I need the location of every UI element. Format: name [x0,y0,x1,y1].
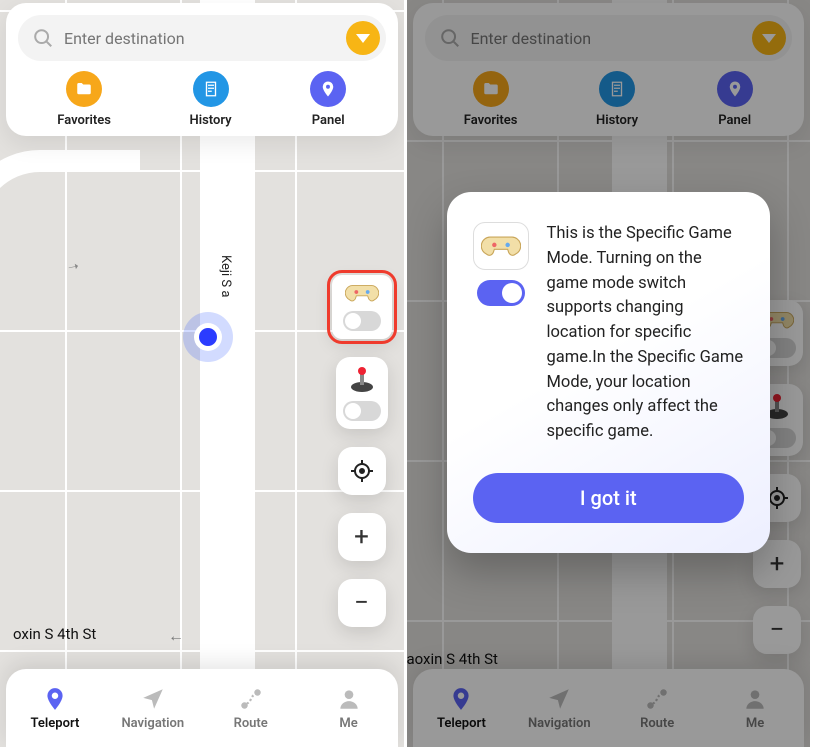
gamepad-icon [481,232,521,260]
search-card: Favorites History Panel [6,3,398,136]
nav-navigation[interactable]: Navigation [104,669,202,747]
modal-confirm-button[interactable]: I got it [473,473,745,523]
nav-label: Teleport [31,716,80,731]
nav-label: Route [234,716,268,731]
modal-icon-column [473,222,529,445]
shortcut-favorites[interactable]: Favorites [57,71,111,128]
gamepad-icon [345,281,379,305]
nav-label: Me [339,716,357,731]
bottom-nav: Teleport Navigation Route Me [6,669,398,747]
modal-description: This is the Specific Game Mode. Turning … [547,222,745,445]
shortcut-panel[interactable]: Panel [310,71,346,128]
crosshair-icon [350,459,374,483]
joystick-icon [347,365,377,395]
phone-left: ➝ Keji S a oxin S 4th St ← Favorites [0,0,407,747]
nav-me[interactable]: Me [300,669,398,747]
shortcut-label: Favorites [57,113,111,128]
search-icon [32,27,54,49]
current-location-marker[interactable] [183,312,233,362]
chevron-down-icon [356,34,370,43]
pin-icon [310,71,346,107]
search-input[interactable] [64,29,346,48]
joystick-card[interactable] [336,357,388,429]
shortcut-row: Favorites History Panel [18,71,386,128]
nav-route[interactable]: Route [202,669,300,747]
phone-right: aoxin S 4th St Favorites History Panel [407,0,813,747]
game-mode-info-modal: This is the Specific Game Mode. Turning … [447,192,771,553]
street-direction-arrow: ← [168,626,184,646]
document-icon [193,71,229,107]
shortcut-label: History [190,113,232,128]
nav-teleport[interactable]: Teleport [6,669,104,747]
folder-icon [66,71,102,107]
route-icon [238,686,264,712]
person-icon [336,686,362,712]
locate-me-button[interactable] [338,447,386,495]
nav-label: Navigation [121,716,184,731]
game-mode-toggle[interactable] [343,311,381,331]
shortcut-label: Panel [312,113,345,128]
plus-icon: + [354,522,369,552]
street-label-vertical: Keji S a [218,255,233,297]
street-label-bottom: oxin S 4th St [13,625,96,643]
modal-gamepad-box [473,222,529,270]
search-row [18,15,386,61]
search-confirm-button[interactable] [346,21,380,55]
joystick-toggle[interactable] [343,401,381,421]
zoom-out-button[interactable]: − [338,579,386,627]
minus-icon: − [354,588,369,618]
game-mode-card[interactable] [332,275,392,339]
shortcut-history[interactable]: History [190,71,232,128]
side-controls: + − [332,275,392,627]
modal-game-mode-toggle[interactable] [477,280,525,306]
map-road-curve [0,150,140,270]
cursor-icon [140,686,166,712]
zoom-in-button[interactable]: + [338,513,386,561]
pin-icon [42,686,68,712]
